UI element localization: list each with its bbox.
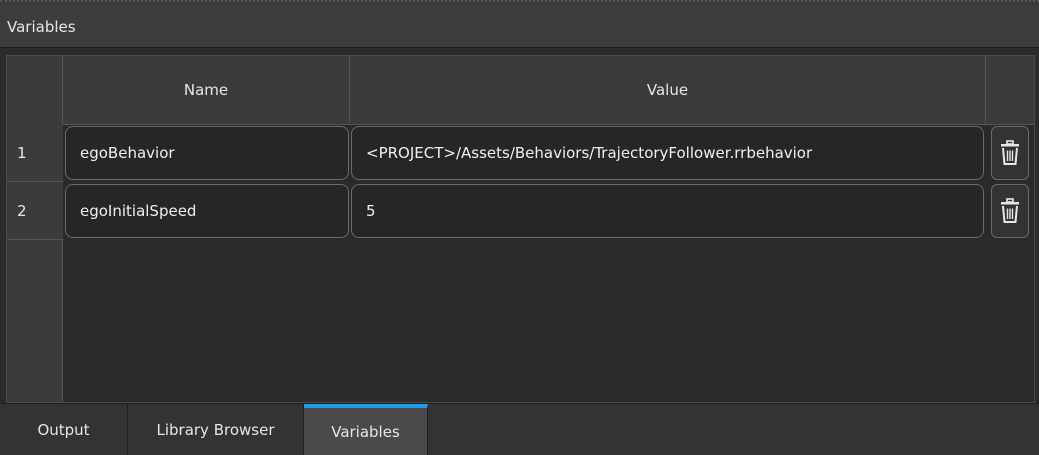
column-header-value[interactable]: Value xyxy=(350,56,986,124)
row-number[interactable]: 2 xyxy=(7,182,63,240)
tab-output[interactable]: Output xyxy=(0,404,128,455)
variables-table: Name Value 1 2 egoBehavior <PROJECT>/Ass… xyxy=(6,55,1035,403)
variable-value-field[interactable]: 5 xyxy=(351,184,984,238)
trash-icon xyxy=(1001,198,1019,223)
table-header-row: Name Value xyxy=(7,56,1034,125)
variable-value-field[interactable]: <PROJECT>/Assets/Behaviors/TrajectoryFol… xyxy=(351,126,984,180)
delete-variable-button[interactable] xyxy=(991,126,1029,180)
column-header-name[interactable]: Name xyxy=(63,56,350,124)
header-corner xyxy=(7,56,63,124)
variable-name-field[interactable]: egoInitialSpeed xyxy=(65,184,349,238)
tab-library-browser[interactable]: Library Browser xyxy=(128,404,304,455)
row-header-column: 1 2 xyxy=(7,124,63,402)
panel-header: Variables xyxy=(0,6,1039,48)
panel-title: Variables xyxy=(7,17,76,36)
variable-name-field[interactable]: egoBehavior xyxy=(65,126,349,180)
bottom-tab-bar: Output Library Browser Variables xyxy=(0,403,1039,455)
delete-variable-button[interactable] xyxy=(991,184,1029,238)
column-header-actions xyxy=(986,56,1034,124)
tab-variables[interactable]: Variables xyxy=(304,404,428,455)
trash-icon xyxy=(1001,140,1019,165)
row-number[interactable]: 1 xyxy=(7,124,63,182)
